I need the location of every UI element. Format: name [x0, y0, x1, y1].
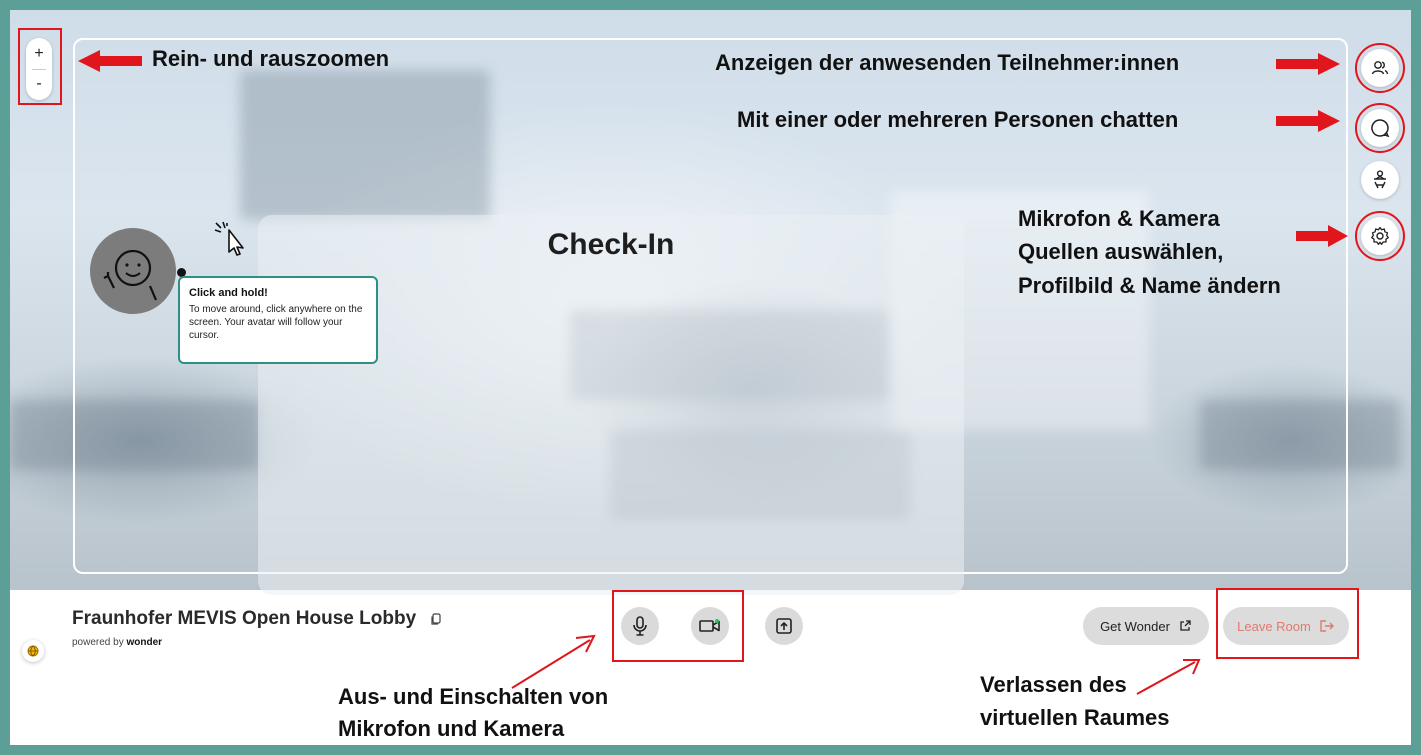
chat-button[interactable] [1361, 109, 1399, 147]
tooltip-title: Click and hold! [189, 287, 268, 299]
leave-annotation-line1: Verlassen des [980, 672, 1127, 697]
checkin-area [258, 215, 964, 595]
checkin-title: Check-In [547, 228, 675, 261]
powered-by: powered by wonder [72, 637, 162, 648]
table-icon [1374, 170, 1386, 189]
screen-share-button[interactable] [765, 607, 803, 645]
participants-button[interactable] [1361, 49, 1399, 87]
media-annotation-line2: Mikrofon und Kamera [338, 716, 565, 741]
leave-annotation-line2: virtuellen Raumes [980, 705, 1170, 730]
globe-icon [27, 645, 39, 657]
settings-button[interactable] [1361, 217, 1399, 255]
arrow-left-icon [78, 50, 142, 72]
avatar[interactable] [90, 228, 176, 314]
gear-icon [1371, 226, 1389, 245]
arrow-right-icon [1276, 53, 1340, 75]
arrow-up-right-icon [1136, 659, 1201, 695]
copy-icon[interactable] [429, 612, 443, 626]
participants-annotation: Anzeigen der anwesenden Teilnehmer:innen [715, 50, 1180, 75]
arrow-right-icon [1276, 110, 1340, 132]
arrow-right-icon [1296, 225, 1348, 247]
media-annotation-line1: Aus- und Einschalten von [338, 684, 609, 709]
external-link-icon [1180, 620, 1191, 631]
screen-share-icon [776, 618, 792, 634]
zoom-highlight-box [18, 28, 62, 105]
smiley-avatar-icon [103, 249, 158, 301]
help-badge[interactable] [22, 640, 44, 662]
powered-brand[interactable]: wonder [126, 637, 162, 648]
table-button[interactable] [1361, 161, 1399, 199]
cursor-click-icon [214, 221, 244, 256]
powered-prefix: powered by [72, 637, 124, 648]
zoom-annotation: Rein- und rauszoomen [152, 46, 390, 71]
chat-icon [1371, 119, 1390, 138]
screenshot-frame: Check-In + - Rein- und rauszoomen Anzeig… [0, 0, 1421, 755]
movement-tooltip: Click and hold! To move around, click an… [178, 276, 378, 364]
settings-annotation-line3: Profilbild & Name ändern [1018, 273, 1281, 298]
media-highlight-box [612, 590, 744, 662]
leave-highlight-box [1216, 588, 1359, 659]
settings-annotation-line1: Mikrofon & Kamera [1018, 206, 1220, 231]
tooltip-body: To move around, click anywhere on the sc… [189, 304, 363, 341]
get-wonder-button[interactable]: Get Wonder [1083, 607, 1209, 645]
participants-icon [1371, 61, 1389, 75]
settings-annotation-line2: Quellen auswählen, [1018, 239, 1224, 264]
chat-annotation: Mit einer oder mehreren Personen chatten [737, 107, 1179, 132]
room-title: Fraunhofer MEVIS Open House Lobby [72, 608, 443, 630]
get-wonder-label: Get Wonder [1100, 618, 1170, 634]
app-window: Check-In + - Rein- und rauszoomen Anzeig… [10, 10, 1411, 745]
room-title-text: Fraunhofer MEVIS Open House Lobby [72, 608, 417, 629]
arrow-up-right-icon [511, 634, 596, 689]
